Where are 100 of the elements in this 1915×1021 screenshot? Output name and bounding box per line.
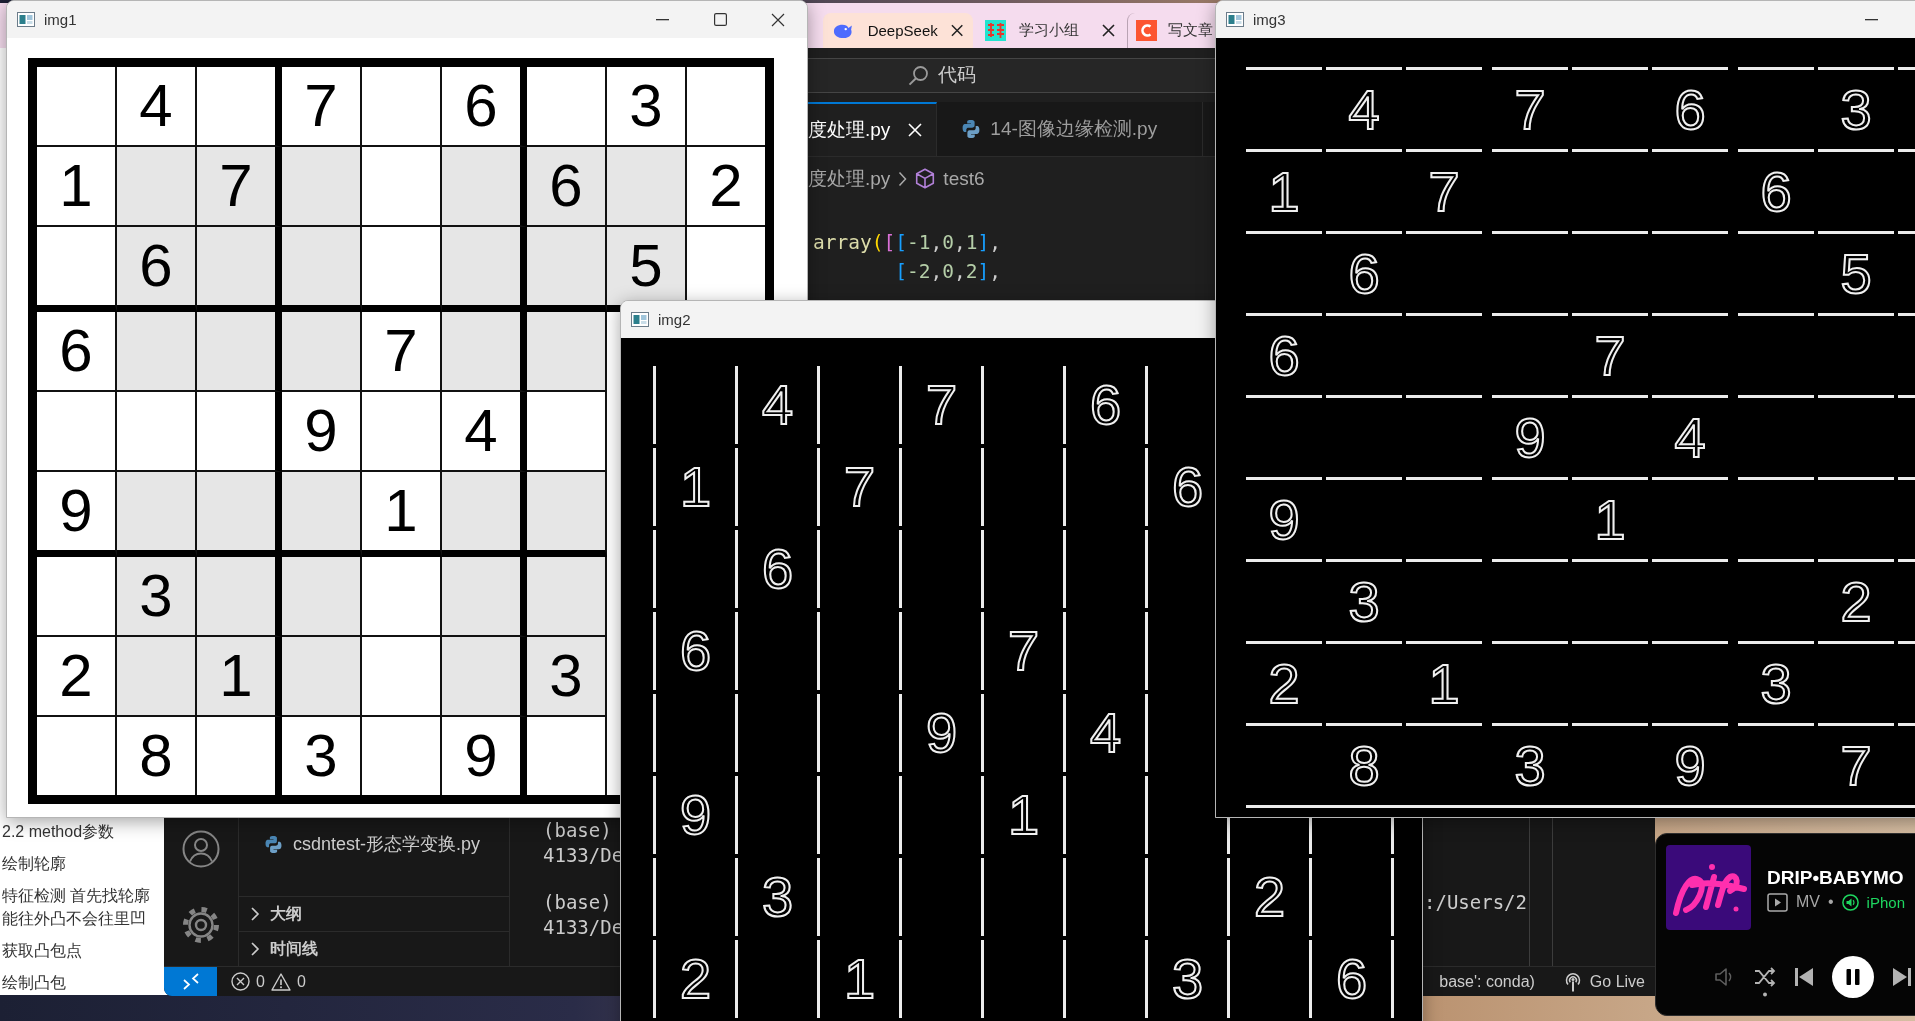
- broadcast-icon: [1563, 970, 1582, 993]
- edge-digit: 9: [1674, 737, 1706, 794]
- device-name[interactable]: iPhon: [1866, 893, 1905, 911]
- explorer-item[interactable]: csdntest-形态学变换.py: [239, 832, 481, 856]
- terminal-text: :/Users/2: [1424, 890, 1527, 915]
- edge-digit: 7: [1594, 327, 1626, 384]
- error-icon: [231, 972, 250, 991]
- edge-digit: 6: [1171, 459, 1204, 515]
- article-text: 绘制轮廓: [2, 854, 66, 874]
- edge-digit: 3: [1514, 737, 1546, 794]
- window-title: img1: [44, 11, 77, 28]
- sudoku-cell: 1: [37, 147, 117, 227]
- minimize-icon[interactable]: [655, 18, 669, 21]
- edge-digit: 4: [761, 377, 794, 433]
- edge-digit: 4: [1674, 409, 1706, 466]
- remote-icon: [181, 973, 200, 990]
- maximize-icon[interactable]: [713, 13, 727, 26]
- edge-digit: 1: [1428, 655, 1460, 712]
- sudoku-cell: 2: [37, 637, 117, 717]
- editor-tab[interactable]: 度处理.py: [808, 102, 938, 156]
- edge-digit: 1: [1594, 491, 1626, 548]
- account-icon[interactable]: [182, 830, 220, 868]
- terminal-text: (base): [543, 890, 612, 915]
- sudoku-cell: 3: [117, 557, 197, 637]
- code-line: [-2,0,2],: [895, 259, 1001, 285]
- window-app-icon: [631, 312, 649, 327]
- edge-digit: 1: [1007, 787, 1040, 843]
- sudoku-cell: 6: [527, 147, 607, 227]
- close-icon[interactable]: [1102, 24, 1115, 37]
- edge-digit: 4: [1348, 81, 1380, 138]
- track-title: DRIP•BABYMO: [1767, 867, 1904, 889]
- edge-digit: 5: [1840, 245, 1872, 302]
- sudoku-cell: 4: [117, 67, 197, 147]
- next-icon[interactable]: [1892, 967, 1912, 987]
- edge-digit: 7: [1840, 737, 1872, 794]
- terminal-text: 4133/De: [543, 915, 624, 940]
- edge-digit: 1: [843, 951, 876, 1007]
- section-header[interactable]: 大纲: [239, 896, 509, 931]
- edge-digit: 2: [679, 951, 712, 1007]
- article-text: 绘制凸包: [2, 973, 66, 993]
- edge-digit: 2: [1253, 869, 1286, 925]
- sudoku-cell: 1: [197, 637, 282, 717]
- edge-digit: 1: [1268, 163, 1300, 220]
- edge-digit: 7: [925, 377, 958, 433]
- warning-icon: [270, 972, 291, 991]
- tile-logo-icon: [985, 20, 1006, 41]
- edge-digit: 9: [679, 787, 712, 843]
- command-center[interactable]: 代码: [808, 57, 1215, 93]
- edge-digit: 7: [1007, 623, 1040, 679]
- sudoku-cell: 6: [117, 227, 197, 312]
- window-app-icon: [17, 12, 35, 27]
- close-icon[interactable]: [950, 24, 963, 37]
- python-icon: [961, 119, 982, 139]
- edge-digit: 2: [1268, 655, 1300, 712]
- problems-button[interactable]: 0 0: [217, 967, 316, 996]
- edge-digit: 9: [925, 705, 958, 761]
- previous-icon[interactable]: [1794, 967, 1814, 987]
- editor-tab[interactable]: 14-图像边缘检测.py: [937, 102, 1204, 156]
- window-title: img2: [658, 311, 691, 328]
- media-label[interactable]: MV: [1796, 893, 1820, 911]
- code-line: array([[-1,0,1],: [813, 230, 1001, 256]
- search-icon: [908, 64, 929, 86]
- article-text: 特征检测 首先找轮廓: [2, 886, 151, 906]
- breadcrumb-item[interactable]: test6: [943, 167, 985, 190]
- edge-digit: 8: [1348, 737, 1380, 794]
- edge-digit: 3: [761, 869, 794, 925]
- article-text: 能往外凸不会往里凹: [2, 909, 146, 929]
- speaker-icon: [1841, 893, 1859, 911]
- edge-digit: 6: [1335, 951, 1368, 1007]
- python-icon: [264, 834, 283, 854]
- pause-icon[interactable]: [1832, 956, 1874, 998]
- interpreter-button[interactable]: base': conda): [1439, 972, 1535, 991]
- article-text: 获取凸包点: [2, 941, 82, 961]
- edge-digit: 1: [679, 459, 712, 515]
- terminal-text: 4133/De: [543, 843, 624, 868]
- chevron-icon: [898, 170, 908, 187]
- breadcrumb-item[interactable]: 度处理.py: [808, 165, 891, 192]
- shuffle-icon[interactable]: [1754, 966, 1776, 997]
- browser-tab[interactable]: 学习小组: [975, 13, 1125, 48]
- edge-digit: 3: [1348, 573, 1380, 630]
- edge-digit: 7: [1428, 163, 1460, 220]
- sudoku-cell: 6: [442, 67, 527, 147]
- cube-icon: [915, 168, 936, 189]
- article-text: 2.2 method参数: [2, 822, 115, 842]
- minimize-icon[interactable]: [1864, 18, 1878, 21]
- edge-digit: 3: [1840, 81, 1872, 138]
- go-live-button[interactable]: Go Live: [1563, 970, 1645, 993]
- edge-digit: 7: [843, 459, 876, 515]
- close-icon[interactable]: [771, 12, 785, 27]
- logo-icon: [1136, 20, 1157, 41]
- remote-button[interactable]: [164, 967, 217, 996]
- edge-digit: 3: [1760, 655, 1792, 712]
- sudoku-cell: 1: [362, 472, 442, 557]
- edge-digit: 6: [679, 623, 712, 679]
- settings-icon[interactable]: [182, 906, 220, 944]
- edge-digit: 6: [1674, 81, 1706, 138]
- separator-text: •: [1828, 893, 1834, 911]
- play-box-icon[interactable]: [1767, 892, 1788, 912]
- whale-icon: [833, 22, 855, 39]
- browser-tab[interactable]: DeepSeek: [823, 13, 973, 48]
